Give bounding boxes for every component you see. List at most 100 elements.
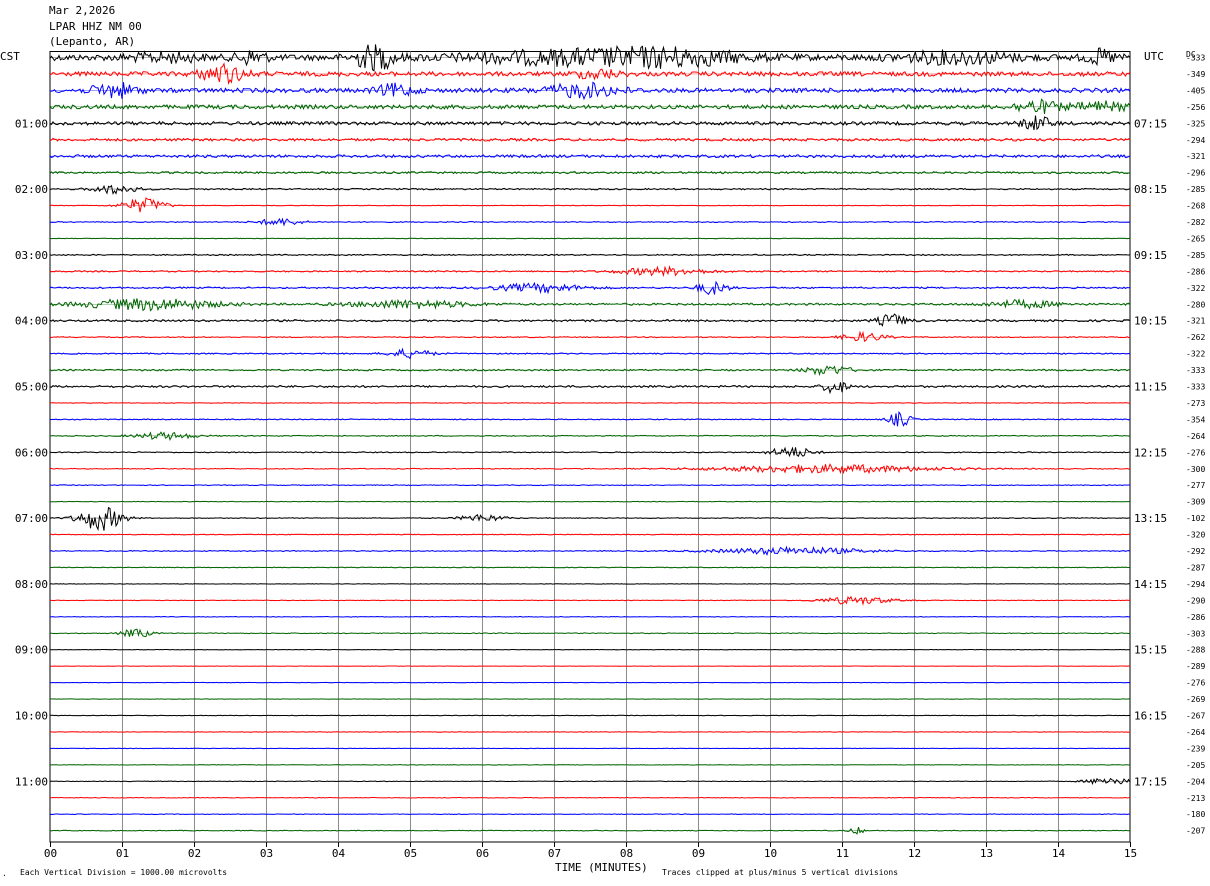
dc-offset-label: -264 — [1186, 432, 1205, 441]
dc-offset-label: -322 — [1186, 284, 1205, 293]
left-hour-label: 09:00 — [15, 644, 48, 657]
right-hour-label: 15:15 — [1134, 644, 1167, 657]
dc-offset-label: -309 — [1186, 498, 1205, 507]
right-hour-label: 17:15 — [1134, 775, 1167, 788]
dc-offset-label: -280 — [1186, 300, 1205, 309]
right-hour-label: 07:15 — [1134, 117, 1167, 130]
left-hour-label: 05:00 — [15, 381, 48, 394]
dc-offset-label: -303 — [1186, 629, 1205, 638]
left-hour-label: 03:00 — [15, 249, 48, 262]
trace-line-16 — [49, 313, 1131, 327]
trace-line-20 — [49, 382, 1131, 395]
right-hour-label: 14:15 — [1134, 578, 1167, 591]
right-hour-label: 16:15 — [1134, 710, 1167, 723]
right-hour-label: 08:15 — [1134, 183, 1167, 196]
right-hour-label: 09:15 — [1134, 249, 1167, 262]
right-hour-label: 10:15 — [1134, 315, 1167, 328]
dc-offset-label: -256 — [1186, 103, 1205, 112]
dc-offset-label: -288 — [1186, 646, 1205, 655]
dc-offset-label: -267 — [1186, 712, 1205, 721]
x-tick-label: 14 — [1052, 847, 1066, 860]
dc-offset-label: -262 — [1186, 333, 1205, 342]
left-hour-label: 01:00 — [15, 117, 48, 130]
dc-offset-label: -289 — [1186, 662, 1205, 671]
dc-offset-label: -300 — [1186, 465, 1205, 474]
x-tick-label: 04 — [332, 847, 346, 860]
dc-header-label: DC — [1186, 50, 1196, 59]
left-hour-label: 04:00 — [15, 315, 48, 328]
dc-offset-label: -290 — [1186, 596, 1205, 605]
left-timezone-label: CST — [0, 50, 20, 63]
x-tick-label: 03 — [260, 847, 273, 860]
dc-offset-label: -282 — [1186, 218, 1205, 227]
dc-offset-label: -322 — [1186, 350, 1205, 359]
plot-frame — [49, 51, 1131, 843]
dc-offset-label: -294 — [1186, 136, 1205, 145]
dc-offset-label: -213 — [1186, 794, 1205, 803]
scale-note: Each Vertical Division = 1000.00 microvo… — [20, 868, 228, 877]
trace-line-4 — [49, 115, 1131, 131]
left-hour-label: 02:00 — [15, 183, 48, 196]
dc-offset-label: -285 — [1186, 251, 1205, 260]
dc-offset-label: -286 — [1186, 267, 1205, 276]
dc-offset-label: -277 — [1186, 481, 1205, 490]
x-tick-label: 10 — [764, 847, 777, 860]
left-hour-label: 08:00 — [15, 578, 48, 591]
x-tick-label: 11 — [836, 847, 849, 860]
dc-offset-label: -320 — [1186, 531, 1205, 540]
left-hour-label: 06:00 — [15, 446, 48, 459]
dc-offset-label: -276 — [1186, 448, 1205, 457]
dc-offset-label: -265 — [1186, 234, 1205, 243]
right-timezone-label: UTC — [1144, 50, 1164, 63]
dc-offset-label: -287 — [1186, 563, 1205, 572]
x-tick-label: 07 — [548, 847, 561, 860]
trace-line-17 — [49, 330, 1131, 343]
x-tick-label: 12 — [908, 847, 921, 860]
left-hour-label: 10:00 — [15, 710, 48, 723]
x-tick-label: 05 — [404, 847, 417, 860]
dc-offset-label: -204 — [1186, 777, 1205, 786]
x-tick-label: 01 — [116, 847, 129, 860]
left-hour-label: 11:00 — [15, 775, 48, 788]
dc-offset-label: -102 — [1186, 514, 1205, 523]
corner-mark: . — [2, 869, 7, 878]
right-hour-label: 12:15 — [1134, 446, 1167, 459]
trace-line-9 — [49, 197, 1131, 213]
helicorder-plot: 00 01 02 03 04 05 06 07 08 09 10 11 12 13 14 15 -333 -349… — [15, 44, 1205, 860]
dc-offset-label: -321 — [1186, 317, 1205, 326]
dc-offset-label: -292 — [1186, 547, 1205, 556]
right-hour-label: 11:15 — [1134, 381, 1167, 394]
dc-offset-label: -333 — [1186, 383, 1205, 392]
dc-offset-label: -333 — [1186, 366, 1205, 375]
dc-offset-label: -239 — [1186, 744, 1205, 753]
x-tick-label: 13 — [980, 847, 993, 860]
dc-offset-label: -269 — [1186, 695, 1205, 704]
trace-line-24 — [49, 446, 1131, 458]
trace-line-14 — [49, 280, 1131, 296]
trace-line-1 — [49, 62, 1131, 86]
dc-offset-label: -180 — [1186, 810, 1205, 819]
dc-offset-label: -268 — [1186, 202, 1205, 211]
dc-offset-label: -264 — [1186, 728, 1205, 737]
dc-offset-label: -354 — [1186, 415, 1205, 424]
dc-offset-label: -285 — [1186, 185, 1205, 194]
dc-offset-label: -325 — [1186, 119, 1205, 128]
x-tick-label: 08 — [620, 847, 633, 860]
trace-line-8 — [49, 184, 1131, 195]
dc-offset-label: -405 — [1186, 86, 1205, 95]
dc-offset-label: -349 — [1186, 70, 1205, 79]
x-axis-title: TIME (MINUTES) — [555, 861, 648, 874]
dc-offset-label: -296 — [1186, 169, 1205, 178]
x-tick-label: 00 — [44, 847, 57, 860]
dc-offset-label: -294 — [1186, 580, 1205, 589]
dc-offset-label: -273 — [1186, 399, 1205, 408]
x-tick-label: 15 — [1124, 847, 1137, 860]
dc-offset-label: -276 — [1186, 679, 1205, 688]
x-tick-label: 06 — [476, 847, 489, 860]
dc-offset-label: -205 — [1186, 761, 1205, 770]
trace-line-28 — [49, 506, 1130, 532]
left-hour-label: 07:00 — [15, 512, 48, 525]
x-tick-label: 09 — [692, 847, 705, 860]
x-tick-label: 02 — [188, 847, 201, 860]
clip-note: Traces clipped at plus/minus 5 vertical … — [662, 868, 899, 877]
